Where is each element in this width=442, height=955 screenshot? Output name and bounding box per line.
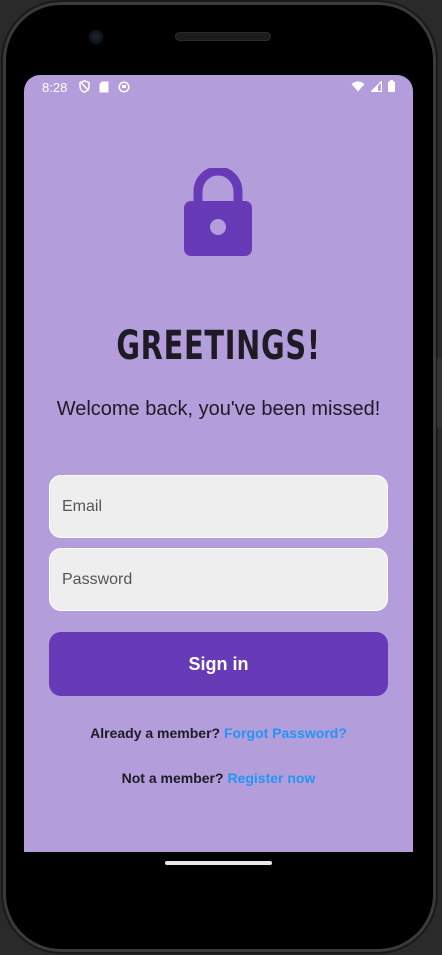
password-field[interactable] (49, 548, 388, 611)
camera-icon (89, 30, 103, 44)
forgot-password-link[interactable]: Forgot Password? (224, 725, 347, 741)
not-member-prompt: Not a member? (121, 770, 224, 786)
battery-icon (388, 80, 395, 92)
email-field[interactable] (49, 475, 388, 538)
page-title: GREETINGS! (116, 323, 321, 369)
status-time: 8:28 (42, 80, 68, 95)
cell-signal-icon (371, 80, 382, 92)
status-bar: 8:28 (24, 75, 413, 99)
navigation-bar (24, 852, 413, 892)
app-screen: 8:28 GREETINGS! Welcome back, you've bee… (24, 75, 413, 852)
power-button[interactable] (437, 358, 442, 428)
member-row: Already a member? Forgot Password? (24, 725, 413, 741)
shield-icon (79, 80, 90, 93)
wifi-icon (351, 81, 365, 91)
home-gesture-handle[interactable] (165, 861, 272, 865)
page-subtitle: Welcome back, you've been missed! (56, 398, 381, 420)
sim-card-icon (99, 81, 109, 92)
register-row: Not a member? Register now (24, 770, 413, 786)
sync-icon (118, 80, 130, 93)
speaker-grille (175, 32, 271, 41)
member-prompt: Already a member? (90, 725, 221, 741)
status-right-icons (351, 80, 395, 92)
lock-icon (184, 168, 252, 256)
sign-in-button[interactable]: Sign in (49, 632, 388, 696)
register-link[interactable]: Register now (227, 770, 315, 786)
status-left-icons (79, 80, 130, 93)
